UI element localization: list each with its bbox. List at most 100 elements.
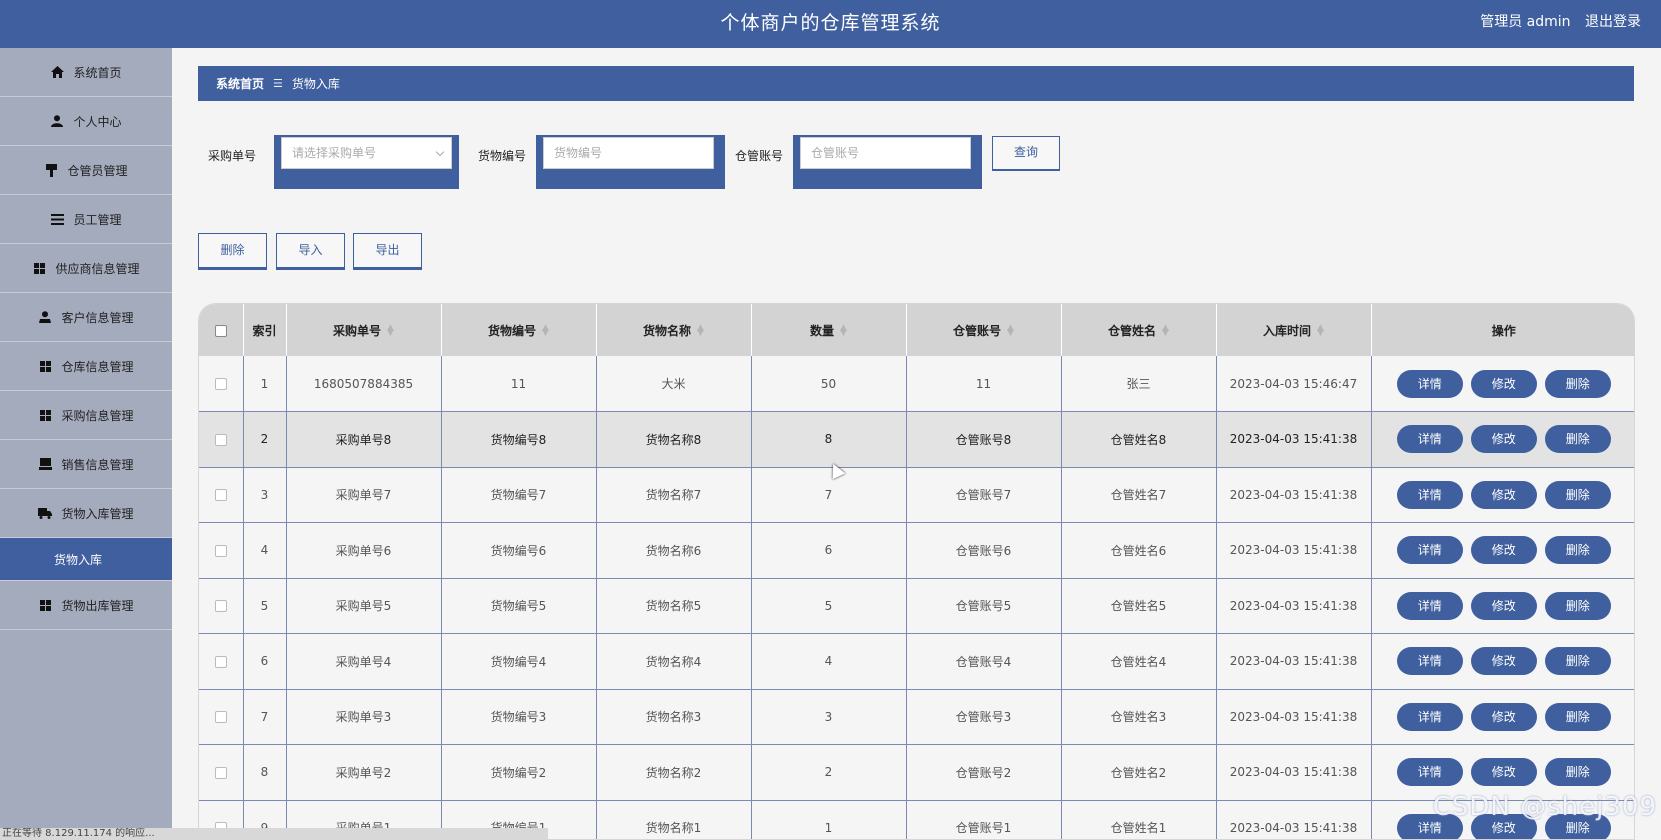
edit-button[interactable]: 修改 bbox=[1470, 369, 1537, 398]
table-row[interactable]: 8 采购单号2 货物编号2 货物名称2 2 仓管账号2 仓管姓名2 2023-04-03 15… bbox=[199, 744, 1634, 800]
sidebar-subitem-inbound[interactable]: 货物入库 bbox=[0, 538, 172, 581]
sort-icon[interactable]: ▲ ▼ bbox=[1317, 324, 1324, 338]
detail-button[interactable]: 详情 bbox=[1396, 647, 1463, 676]
sidebar-item-sales[interactable]: 销售信息管理 bbox=[0, 440, 172, 489]
breadcrumb-home[interactable]: 系统首页 bbox=[216, 75, 264, 92]
row-checkbox[interactable] bbox=[214, 489, 227, 502]
row-delete-button[interactable]: 删除 bbox=[1544, 425, 1611, 454]
row-delete-button[interactable]: 删除 bbox=[1544, 591, 1611, 620]
inbound-table: 索引 采购单号 ▲ ▼ 货物编号 ▲ ▼ 货物名称 ▲ ▼ 数量 ▲ ▼ 仓管账号 ▲ ▼ 仓管姓名… bbox=[198, 303, 1635, 840]
row-checkbox[interactable] bbox=[214, 433, 227, 446]
edit-button[interactable]: 修改 bbox=[1470, 647, 1537, 676]
row-delete-button[interactable]: 删除 bbox=[1544, 702, 1611, 731]
edit-button[interactable]: 修改 bbox=[1470, 536, 1537, 565]
sort-icon[interactable]: ▲ ▼ bbox=[1007, 324, 1014, 338]
table-row[interactable]: 2 采购单号8 货物编号8 货物名称8 8 仓管账号8 仓管姓名8 2023-04-03 15… bbox=[199, 411, 1634, 467]
sidebar-item-purchase[interactable]: 采购信息管理 bbox=[0, 391, 172, 440]
cell-account: 仓管账号5 bbox=[906, 578, 1062, 634]
detail-button[interactable]: 详情 bbox=[1396, 702, 1463, 731]
row-checkbox-cell[interactable] bbox=[199, 356, 244, 412]
row-checkbox-cell[interactable] bbox=[199, 744, 244, 800]
cell-quantity: 2 bbox=[751, 744, 907, 800]
sidebar-item-staff[interactable]: 员工管理 bbox=[0, 195, 172, 244]
cell-goods-no: 11 bbox=[441, 356, 597, 412]
detail-button[interactable]: 详情 bbox=[1396, 480, 1463, 509]
cell-account: 仓管账号6 bbox=[906, 522, 1062, 578]
sidebar-item-profile[interactable]: 个人中心 bbox=[0, 97, 172, 146]
import-button[interactable]: 导入 bbox=[276, 233, 345, 270]
row-checkbox-cell[interactable] bbox=[199, 522, 244, 578]
table-row[interactable]: 6 采购单号4 货物编号4 货物名称4 4 仓管账号4 仓管姓名4 2023-04-03 15… bbox=[199, 633, 1634, 689]
row-checkbox-cell[interactable] bbox=[199, 689, 244, 745]
cell-quantity: 6 bbox=[751, 522, 907, 578]
detail-button[interactable]: 详情 bbox=[1396, 425, 1463, 454]
edit-button[interactable]: 修改 bbox=[1470, 591, 1537, 620]
sidebar-item-warehouse[interactable]: 仓库信息管理 bbox=[0, 342, 172, 391]
goods-no-input[interactable]: 货物编号 bbox=[543, 137, 714, 169]
col-inbound-time[interactable]: 入库时间 ▲ ▼ bbox=[1216, 304, 1372, 356]
sort-icon[interactable]: ▲ ▼ bbox=[697, 324, 704, 338]
logout-link[interactable]: 退出登录 bbox=[1585, 14, 1641, 30]
grid-icon bbox=[38, 598, 52, 612]
row-checkbox-cell[interactable] bbox=[199, 578, 244, 634]
edit-button[interactable]: 修改 bbox=[1470, 425, 1537, 454]
row-checkbox[interactable] bbox=[214, 711, 227, 724]
row-checkbox-cell[interactable] bbox=[199, 411, 244, 467]
row-checkbox[interactable] bbox=[214, 544, 227, 557]
table-row[interactable]: 4 采购单号6 货物编号6 货物名称6 6 仓管账号6 仓管姓名6 2023-04-03 15… bbox=[199, 522, 1634, 579]
edit-button[interactable]: 修改 bbox=[1470, 702, 1537, 731]
cell-purchase-no: 1680507884385 bbox=[286, 356, 442, 412]
sort-icon[interactable]: ▲ ▼ bbox=[1162, 324, 1169, 338]
col-purchase-no[interactable]: 采购单号 ▲ ▼ bbox=[286, 304, 442, 356]
row-checkbox[interactable] bbox=[214, 766, 227, 779]
table-row[interactable]: 1 1680507884385 11 大米 50 11 张三 2023-04-03 15:46… bbox=[199, 356, 1634, 412]
row-checkbox-cell[interactable] bbox=[199, 633, 244, 689]
detail-button[interactable]: 详情 bbox=[1396, 369, 1463, 398]
table-row[interactable]: 5 采购单号5 货物编号5 货物名称5 5 仓管账号5 仓管姓名5 2023-04-03 15… bbox=[199, 578, 1634, 634]
export-button[interactable]: 导出 bbox=[353, 233, 422, 270]
col-account[interactable]: 仓管账号 ▲ ▼ bbox=[906, 304, 1062, 356]
sidebar-item-customer[interactable]: 客户信息管理 bbox=[0, 293, 172, 342]
select-all-checkbox-cell[interactable] bbox=[199, 304, 244, 356]
row-delete-button[interactable]: 删除 bbox=[1544, 480, 1611, 509]
row-checkbox-cell[interactable] bbox=[199, 467, 244, 523]
row-actions: 详情 修改 删除 bbox=[1371, 523, 1634, 579]
col-keeper-name[interactable]: 仓管姓名 ▲ ▼ bbox=[1061, 304, 1217, 356]
cell-quantity: 7 bbox=[751, 467, 907, 523]
row-delete-button[interactable]: 删除 bbox=[1544, 647, 1611, 676]
col-quantity[interactable]: 数量 ▲ ▼ bbox=[751, 304, 907, 356]
sidebar-item-home[interactable]: 系统首页 bbox=[0, 48, 172, 97]
col-goods-no[interactable]: 货物编号 ▲ ▼ bbox=[441, 304, 597, 356]
detail-button[interactable]: 详情 bbox=[1396, 536, 1463, 565]
table-row[interactable]: 7 采购单号3 货物编号3 货物名称3 3 仓管账号3 仓管姓名3 2023-04-03 15… bbox=[199, 689, 1634, 745]
sort-icon[interactable]: ▲ ▼ bbox=[387, 324, 394, 338]
sort-icon[interactable]: ▲ ▼ bbox=[542, 324, 549, 338]
cell-keeper-name: 仓管姓名4 bbox=[1061, 633, 1217, 689]
sidebar-item-outbound-mgmt[interactable]: 货物出库管理 bbox=[0, 581, 172, 630]
row-delete-button[interactable]: 删除 bbox=[1544, 369, 1611, 398]
detail-button[interactable]: 详情 bbox=[1396, 758, 1463, 787]
row-delete-button[interactable]: 删除 bbox=[1544, 536, 1611, 565]
query-button[interactable]: 查询 bbox=[992, 136, 1060, 171]
cell-inbound-time: 2023-04-03 15:41:38 bbox=[1216, 467, 1372, 523]
sidebar-item-keeper[interactable]: 仓管员管理 bbox=[0, 146, 172, 195]
select-all-checkbox[interactable] bbox=[214, 324, 227, 337]
account-input[interactable]: 仓管账号 bbox=[800, 137, 971, 169]
account-input-frame: 仓管账号 bbox=[793, 135, 982, 189]
table-row[interactable]: 3 采购单号7 货物编号7 货物名称7 7 仓管账号7 仓管姓名7 2023-04-03 15… bbox=[199, 467, 1634, 523]
row-checkbox[interactable] bbox=[214, 378, 227, 390]
detail-button[interactable]: 详情 bbox=[1396, 591, 1463, 620]
row-checkbox[interactable] bbox=[214, 600, 227, 613]
sidebar-item-inbound-mgmt[interactable]: 货物入库管理 bbox=[0, 489, 172, 538]
edit-button[interactable]: 修改 bbox=[1470, 758, 1537, 787]
row-delete-button[interactable]: 删除 bbox=[1544, 758, 1611, 787]
row-checkbox[interactable] bbox=[214, 655, 227, 668]
sort-icon[interactable]: ▲ ▼ bbox=[840, 324, 847, 338]
batch-delete-button[interactable]: 删除 bbox=[198, 233, 267, 270]
purchase-no-select[interactable]: 请选择采购单号 bbox=[281, 137, 452, 169]
cell-account: 仓管账号7 bbox=[906, 467, 1062, 523]
col-goods-name[interactable]: 货物名称 ▲ ▼ bbox=[596, 304, 752, 356]
row-actions: 详情 修改 删除 bbox=[1371, 578, 1634, 634]
edit-button[interactable]: 修改 bbox=[1470, 480, 1537, 509]
sidebar-item-supplier[interactable]: 供应商信息管理 bbox=[0, 244, 172, 293]
